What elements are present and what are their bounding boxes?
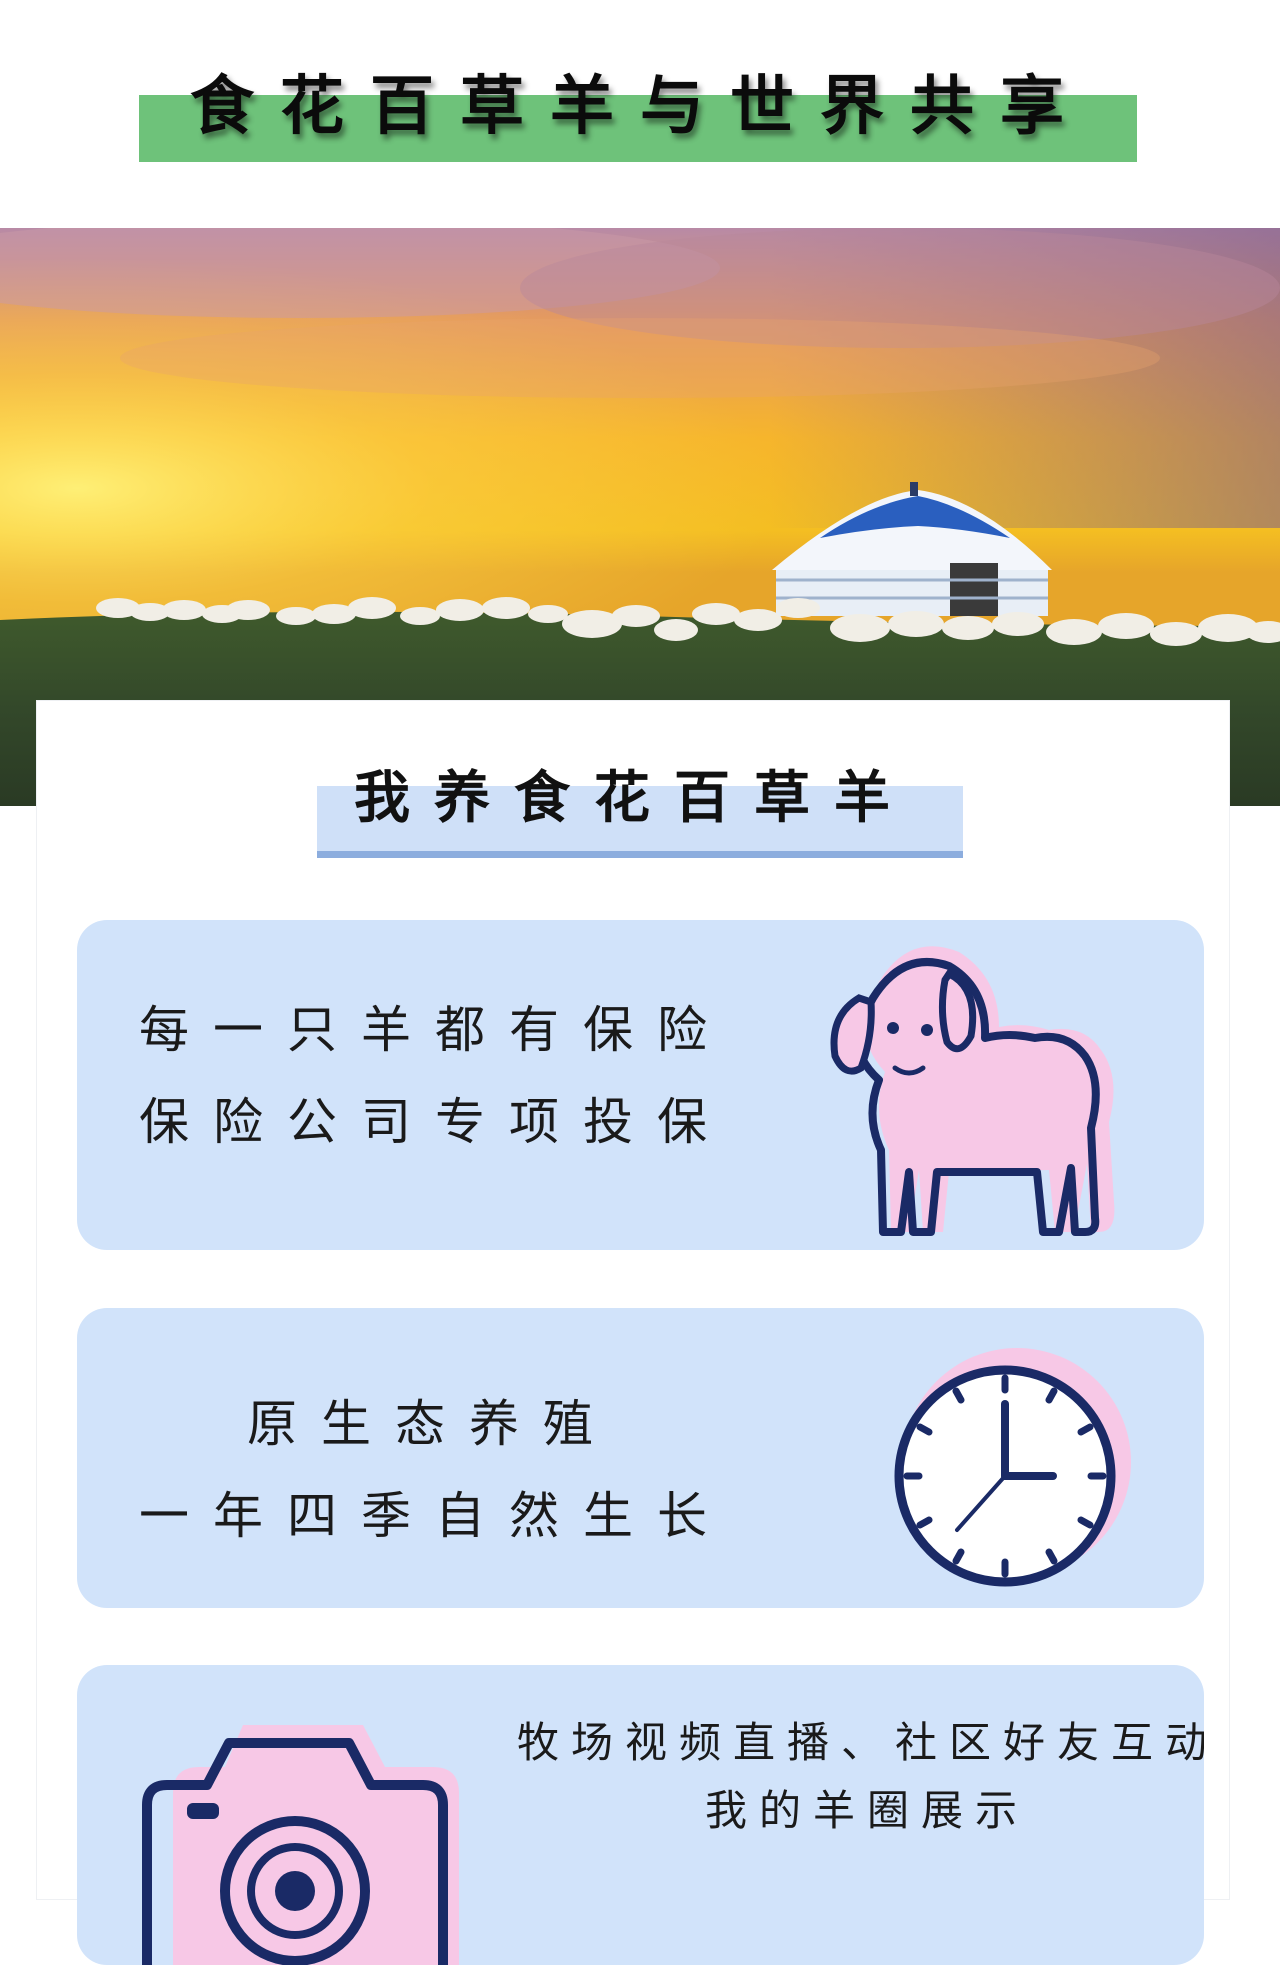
feature-card-insurance: 每一只羊都有保险 保险公司专项投保 [77,920,1204,1250]
feature-line: 我的羊圈展示 [704,1786,1029,1835]
feature-line: 一年四季自然生长 [139,1487,731,1545]
camera-icon [133,1695,473,1965]
feature-line: 保险公司专项投保 [139,1093,731,1151]
feature-text: 原生态养殖 一年四季自然生长 [139,1378,759,1562]
feature-line: 每一只羊都有保险 [139,1001,731,1059]
sheep-icon [809,932,1149,1248]
section-title: 我养食花百草羊 [354,766,914,831]
feature-line: 原生态养殖 [247,1395,617,1453]
feature-card-ecological: 原生态养殖 一年四季自然生长 [77,1308,1204,1608]
section-header: 我养食花百草羊 [37,701,1231,861]
feature-card-live-video: 牧场视频直播、社区好友互动 我的羊圈展示 [77,1665,1204,1965]
feature-text: 牧场视频直播、社区好友互动 我的羊圈展示 [517,1709,1204,1845]
page-header: 食花百草羊与世界共享 [0,0,1280,228]
content-card: 我养食花百草羊 每一只羊都有保险 保险公司专项投保 原生态养殖 一年四季自然生长… [36,700,1231,1965]
clock-icon [871,1334,1171,1604]
feature-text: 每一只羊都有保险 保险公司专项投保 [139,984,759,1168]
page-title: 食花百草羊与世界共享 [190,70,1090,144]
feature-line: 牧场视频直播、社区好友互动 [517,1718,1204,1767]
